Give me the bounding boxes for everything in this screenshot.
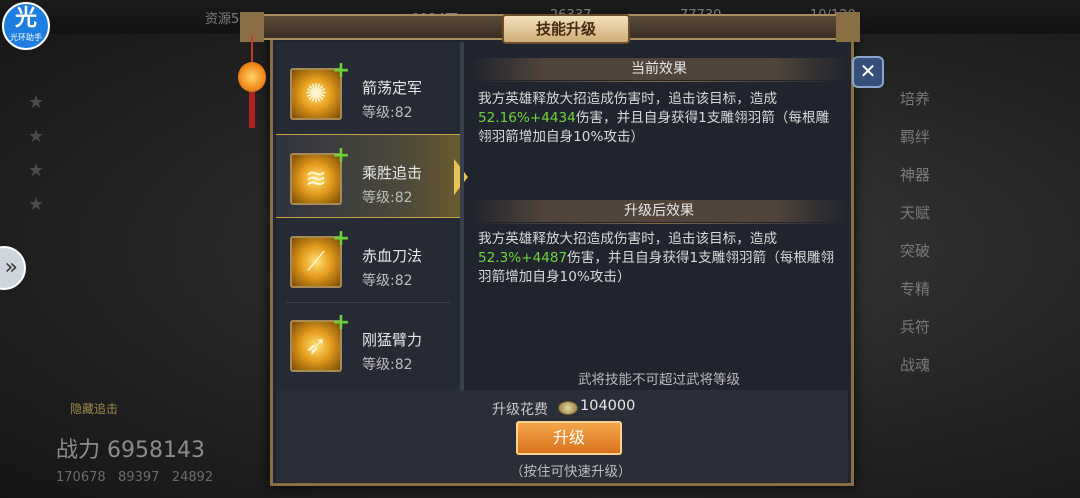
upgrade-button[interactable]: 升级 [516,421,622,455]
plus-icon: + [331,310,351,335]
lantern-cord [251,36,253,64]
hold-hint: （按住可快速升级） [510,464,632,480]
effect-value: 52.3%+4487 [478,250,568,266]
current-effect-header: 当前效果 [470,58,848,80]
skill-name: 乘胜追击 [362,164,423,182]
close-icon: ✕ [859,59,877,83]
hero-skill-tag: 隐藏追击 [70,402,119,416]
plus-icon: + [331,226,351,251]
lantern-icon [238,62,266,92]
power-label: 战力 [56,438,101,463]
star-icon: ★ [28,126,45,147]
logo-caption: 光环助手 [10,33,42,42]
power-value: 6958143 [107,438,205,463]
skill-level: 等级:82 [362,105,413,121]
side-tab[interactable]: 羁绊 [880,118,950,156]
star-icon: ★ [28,92,45,113]
side-tab[interactable]: 突破 [880,232,950,270]
close-button[interactable]: ✕ [852,56,884,88]
skill-name: 刚猛臂力 [362,331,423,349]
side-tab[interactable]: 培养 [880,80,950,118]
app-logo: 光 光环助手 [2,2,50,50]
expand-left-button[interactable]: » [0,246,26,290]
logo-glyph: 光 [14,6,37,31]
stat-value: 89397 [118,470,160,485]
skill-level: 等级:82 [362,273,413,289]
skill-level: 等级:82 [362,190,413,206]
effect-text: 我方英雄释放大招造成伤害时，追击该目标，造成 [478,231,778,247]
skill-item[interactable]: ➶ + 刚猛臂力 等级:82 [276,302,460,386]
skill-list: ✺ + 箭荡定军 等级:82 ≋ + 乘胜追击 等级:82 ⟋ + 赤血刀法 等… [276,42,468,390]
stat-value: 24892 [171,470,214,485]
level-cap-note: 武将技能不可超过武将等级 [578,372,740,388]
panel-separator [460,42,464,390]
effect-text: 我方英雄释放大招造成伤害时，追击该目标，造成 [478,91,778,107]
hero-power: 战力 6958143 [56,432,205,464]
cost-label: 升级花费 [492,402,548,418]
plus-icon: + [331,58,351,83]
side-tab-list: 培养 羁绊 神器 天赋 突破 专精 兵符 战魂 [880,80,950,384]
skill-level: 等级:82 [362,357,413,373]
stat-value: 170678 [56,470,106,485]
next-effect-header: 升级后效果 [470,200,848,222]
skill-name: 箭荡定军 [362,79,423,97]
side-tab[interactable]: 神器 [880,156,950,194]
side-tab[interactable]: 天赋 [880,194,950,232]
current-effect-text: 我方英雄释放大招造成伤害时，追击该目标，造成52.16%+4434伤害，并且自身… [478,90,838,147]
dialog-title: 技能升级 [502,14,630,44]
side-tab[interactable]: 专精 [880,270,950,308]
side-tab[interactable]: 战魂 [880,346,950,384]
next-effect-text: 我方英雄释放大招造成伤害时，追击该目标，造成52.3%+4487伤害，并且自身获… [478,230,838,287]
cost-value: 104000 [580,398,636,414]
skill-name: 赤血刀法 [362,247,423,265]
title-bar-cap-right [836,12,860,42]
side-tab[interactable]: 兵符 [880,308,950,346]
header-divider [470,223,848,224]
coin-icon [558,401,578,415]
plus-icon: + [331,143,351,168]
effect-value: 52.16%+4434 [478,110,576,126]
hero-stats: 170678 89397 24892 [56,470,213,485]
header-divider [470,81,848,82]
lantern-tassel [249,92,255,128]
skill-item-selected[interactable]: ≋ + 乘胜追击 等级:82 [276,134,468,218]
star-icon: ★ [28,160,45,181]
skill-item[interactable]: ✺ + 箭荡定军 等级:82 [276,50,460,134]
skill-item[interactable]: ⟋ + 赤血刀法 等级:82 [276,218,460,302]
star-icon: ★ [28,194,45,215]
